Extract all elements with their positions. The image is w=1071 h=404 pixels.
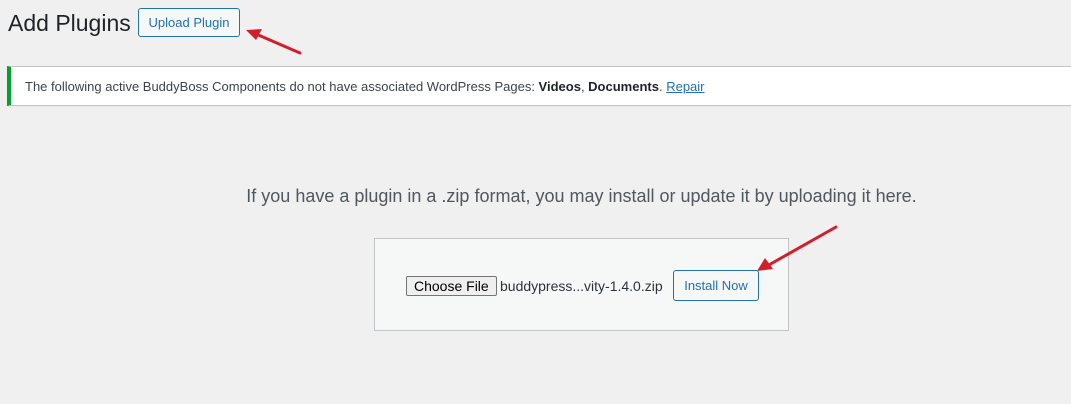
upload-help-text: If you have a plugin in a .zip format, y… (246, 186, 917, 206)
arrow-shaft (254, 32, 302, 55)
upload-plugin-button[interactable]: Upload Plugin (138, 8, 240, 37)
page-title: Add Plugins (8, 10, 131, 36)
arrow-to-upload-icon (246, 29, 302, 55)
arrow-head (246, 29, 262, 40)
install-now-button[interactable]: Install Now (673, 270, 759, 301)
notice-banner: The following active BuddyBoss Component… (7, 66, 1071, 106)
selected-file-name: buddypress...vity-1.4.0.zip (500, 278, 663, 294)
notice-item-videos: Videos (538, 79, 581, 94)
notice-item-documents: Documents (588, 79, 659, 94)
choose-file-button[interactable]: Choose File (406, 276, 497, 296)
notice-text: The following active BuddyBoss Component… (25, 79, 539, 94)
upload-form: Choose File buddypress...vity-1.4.0.zip … (374, 238, 789, 331)
repair-link[interactable]: Repair (666, 79, 704, 94)
